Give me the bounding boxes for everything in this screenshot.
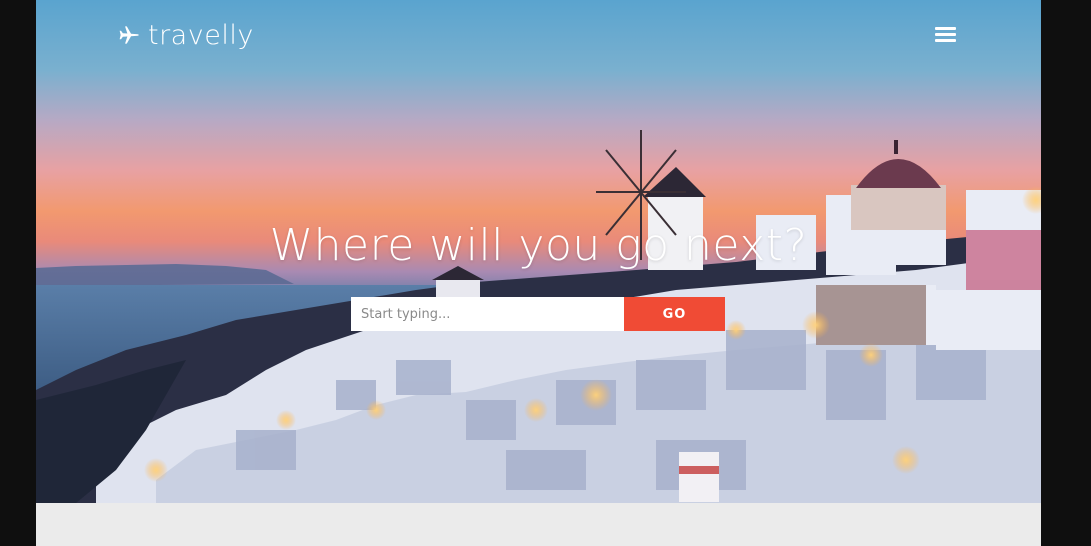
page-frame: travelly Where will you go next? GO <box>36 0 1041 546</box>
go-button[interactable]: GO <box>624 297 725 331</box>
hamburger-menu-icon[interactable] <box>935 26 957 44</box>
destination-search-input[interactable] <box>351 297 624 331</box>
hero-section: travelly Where will you go next? GO <box>36 0 1041 503</box>
plane-icon <box>119 26 139 44</box>
destination-search-form: GO <box>351 297 725 331</box>
brand-logo[interactable]: travelly <box>118 18 254 52</box>
content-section <box>36 503 1041 546</box>
hero-headline: Where will you go next? <box>269 220 808 271</box>
brand-name: travelly <box>148 19 254 51</box>
top-navigation-bar: travelly <box>36 0 1041 70</box>
